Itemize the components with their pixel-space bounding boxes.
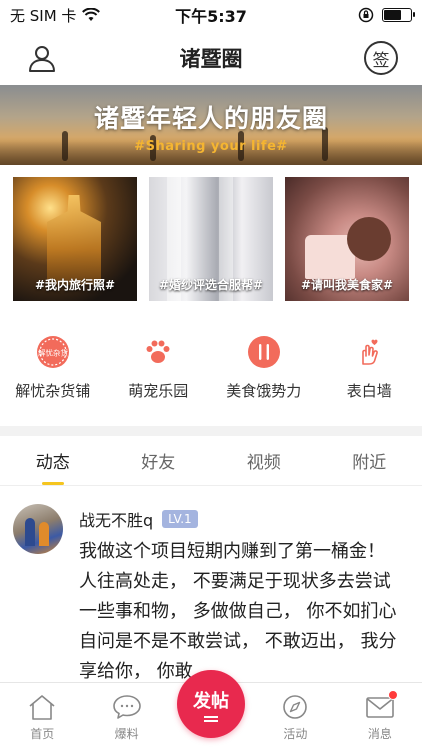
compass-icon <box>283 695 308 719</box>
author-row: 战无不胜q LV.1 <box>79 507 198 531</box>
avatar-figure <box>39 522 49 546</box>
tab-friends[interactable]: 好友 <box>106 436 212 485</box>
sign-in-button[interactable]: 签 <box>364 41 398 75</box>
level-badge: LV.1 <box>162 510 198 528</box>
topic-card-caption: #请叫我美食家# <box>300 278 394 292</box>
grocery-badge-graphic: 解忧杂货 <box>38 338 68 366</box>
banner-title: 诸暨年轻人的朋友圈 <box>93 104 328 133</box>
topic-card-caption: #婚纱评选合服帮# <box>158 278 264 292</box>
tab-feed[interactable]: 动态 <box>0 436 106 485</box>
building-image <box>47 195 101 285</box>
tabbar-label: 消息 <box>367 727 392 741</box>
category-label: 萌宠乐园 <box>128 382 189 400</box>
grocery-badge-text: 解忧杂货 <box>38 348 68 358</box>
topic-card-caption: #我内旅行照# <box>34 278 116 292</box>
topic-card-wedding[interactable]: #婚纱评选合服帮# <box>149 177 273 301</box>
menu-lines-icon <box>204 715 218 722</box>
feed-tabs: 动态 好友 视频 附近 <box>0 436 422 486</box>
page-title: 诸暨圈 <box>179 46 243 71</box>
carrier-label: 无 SIM 卡 <box>10 6 77 25</box>
bear-image <box>347 217 391 261</box>
topic-card-travel[interactable]: #我内旅行照# <box>13 177 137 301</box>
section-divider <box>0 426 422 436</box>
tabbar-label: 首页 <box>30 727 55 741</box>
post-button[interactable]: 发帖 <box>177 670 245 738</box>
author-name[interactable]: 战无不胜q <box>79 507 153 531</box>
category-label: 解忧杂货铺 <box>15 382 91 400</box>
orientation-lock-icon <box>358 7 374 23</box>
tabbar-messages[interactable]: 消息 <box>338 683 422 750</box>
heart-hand-icon <box>353 336 385 368</box>
battery-icon <box>382 8 415 22</box>
post-content[interactable]: 我做这个项目短期内赚到了第一桶金！ 人往高处走， 不要满足于现状多去尝试一些事和… <box>79 537 401 682</box>
tab-nearby[interactable]: 附近 <box>317 436 422 485</box>
feed-post[interactable]: 战无不胜q LV.1 我做这个项目短期内赚到了第一桶金！ 人往高处走， 不要满足… <box>0 504 422 682</box>
status-left: 无 SIM 卡 <box>10 5 101 26</box>
status-right <box>358 7 415 23</box>
banner[interactable]: 诸暨年轻人的朋友圈 #Sharing your life# <box>0 85 422 165</box>
avatar-figure <box>25 518 35 546</box>
nav-bar: 诸暨圈 签 <box>0 30 422 85</box>
unread-badge <box>387 690 398 700</box>
paw-icon <box>142 336 174 368</box>
chat-bubble-icon <box>112 695 141 719</box>
user-icon[interactable] <box>26 42 58 74</box>
category-grocery[interactable]: 解忧杂货 解忧杂货铺 <box>0 336 106 416</box>
tabbar-home[interactable]: 首页 <box>0 683 84 750</box>
tabbar-label: 活动 <box>283 727 308 741</box>
home-icon <box>29 695 55 720</box>
tabbar-news[interactable]: 爆料 <box>84 683 168 750</box>
cutlery-icon <box>247 336 280 368</box>
wifi-icon <box>82 8 101 21</box>
tabbar-label: 爆料 <box>114 727 139 741</box>
category-row: 解忧杂货 解忧杂货铺 萌宠乐园 美食饿势力 表白墙 <box>0 336 422 416</box>
post-button-label: 发帖 <box>193 690 229 712</box>
category-pets[interactable]: 萌宠乐园 <box>106 336 212 416</box>
tab-video[interactable]: 视频 <box>211 436 317 485</box>
banner-subtitle: #Sharing your life# <box>134 139 288 154</box>
battery-fill <box>384 10 401 20</box>
avatar[interactable] <box>13 504 63 554</box>
topic-cards: #我内旅行照# #婚纱评选合服帮# #请叫我美食家# <box>13 177 409 301</box>
category-food[interactable]: 美食饿势力 <box>211 336 317 416</box>
grocery-badge-icon: 解忧杂货 <box>36 336 69 368</box>
category-label: 表白墙 <box>346 382 392 400</box>
topic-card-food[interactable]: #请叫我美食家# <box>285 177 409 301</box>
category-confession[interactable]: 表白墙 <box>317 336 422 416</box>
tabbar-activity[interactable]: 活动 <box>253 683 337 750</box>
category-label: 美食饿势力 <box>226 382 302 400</box>
status-bar: 无 SIM 卡 下午5:37 <box>0 0 422 30</box>
